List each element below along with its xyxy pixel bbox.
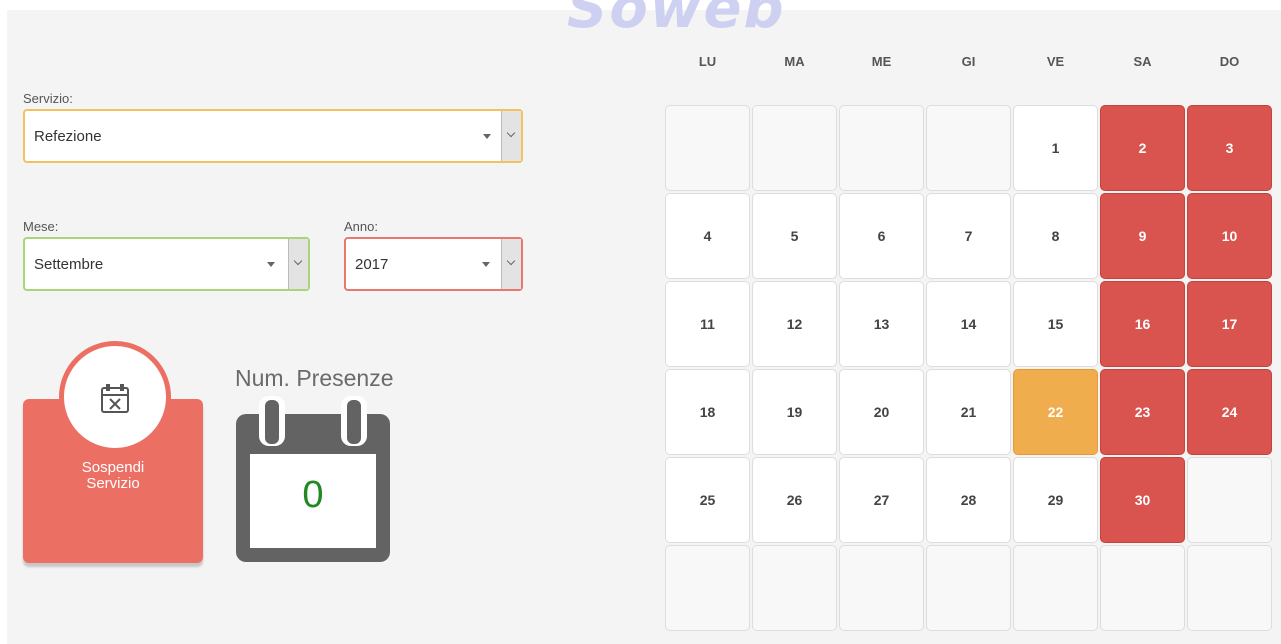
calendar-empty-cell [839,105,924,191]
calendar-day-3[interactable]: 3 [1187,105,1272,191]
calendar-day-7[interactable]: 7 [926,193,1011,279]
calendar-empty-cell [752,105,837,191]
brand-watermark: Soweb [567,0,786,41]
sospendi-servizio-label: Sospendi Servizio [81,459,145,492]
calendar-day-8[interactable]: 8 [1013,193,1098,279]
calendar-empty-cell [1100,545,1185,631]
caret-down-icon [483,134,491,139]
calendar-day-26[interactable]: 26 [752,457,837,543]
calendar-day-29[interactable]: 29 [1013,457,1098,543]
calendar-empty-cell [665,105,750,191]
calendar-day-14[interactable]: 14 [926,281,1011,367]
calendar-day-10[interactable]: 10 [1187,193,1272,279]
calendar-day-11[interactable]: 11 [665,281,750,367]
calendar-day-27[interactable]: 27 [839,457,924,543]
caret-down-icon [267,262,275,267]
calendar-day-21[interactable]: 21 [926,369,1011,455]
calendar-empty-cell [665,545,750,631]
servizio-value: Refezione [34,128,102,145]
chevron-down-icon[interactable] [501,111,521,161]
calendar-day-1[interactable]: 1 [1013,105,1098,191]
calendar-day-2[interactable]: 2 [1100,105,1185,191]
weekday-header: SA [1133,54,1152,69]
calendar-empty-cell [926,545,1011,631]
calendar-day-19[interactable]: 19 [752,369,837,455]
servizio-label: Servizio: [23,91,73,106]
weekday-header: DO [1219,54,1240,69]
weekday-header: ME [871,54,892,69]
calendar-empty-cell [926,105,1011,191]
sospendi-servizio-button[interactable]: Sospendi Servizio [23,341,203,563]
mese-value: Settembre [34,256,104,273]
main-panel: Soweb Servizio: Refezione Mese: Settembr… [7,0,1281,644]
anno-select[interactable]: 2017 [344,237,523,291]
weekday-header: VE [1046,54,1065,69]
presenze-count: 0 [302,474,324,516]
servizio-select[interactable]: Refezione [23,109,523,163]
anno-value: 2017 [355,256,389,273]
calendar-empty-cell [1013,545,1098,631]
calendar-day-24[interactable]: 24 [1187,369,1272,455]
calendar-day-13[interactable]: 13 [839,281,924,367]
calendar-day-28[interactable]: 28 [926,457,1011,543]
weekday-header: MA [784,54,805,69]
calendar-empty-cell [1187,457,1272,543]
mese-select[interactable]: Settembre [23,237,310,291]
calendar-day-15[interactable]: 15 [1013,281,1098,367]
calendar-day-17[interactable]: 17 [1187,281,1272,367]
caret-down-icon [482,262,490,267]
calendar-day-6[interactable]: 6 [839,193,924,279]
calendar-day-12[interactable]: 12 [752,281,837,367]
calendar-day-30[interactable]: 30 [1100,457,1185,543]
weekday-header: LU [698,54,717,69]
weekday-header: GI [961,54,976,69]
calendar-day-23[interactable]: 23 [1100,369,1185,455]
calendar-empty-cell [1187,545,1272,631]
chevron-down-icon[interactable] [288,239,308,289]
calendar-day-25[interactable]: 25 [665,457,750,543]
calendar-day-20[interactable]: 20 [839,369,924,455]
calendar-day-18[interactable]: 18 [665,369,750,455]
calendar-day-22[interactable]: 22 [1013,369,1098,455]
calendar-empty-cell [839,545,924,631]
calendar-x-icon [101,384,129,413]
chevron-down-icon[interactable] [501,239,521,289]
mese-label: Mese: [23,219,59,234]
calendar-day-4[interactable]: 4 [665,193,750,279]
calendar-day-9[interactable]: 9 [1100,193,1185,279]
icon-circle [59,341,171,453]
calendar-empty-cell [752,545,837,631]
anno-label: Anno: [344,219,378,234]
calendar-day-5[interactable]: 5 [752,193,837,279]
calendar-day-16[interactable]: 16 [1100,281,1185,367]
presenze-title: Num. Presenze [235,365,394,391]
